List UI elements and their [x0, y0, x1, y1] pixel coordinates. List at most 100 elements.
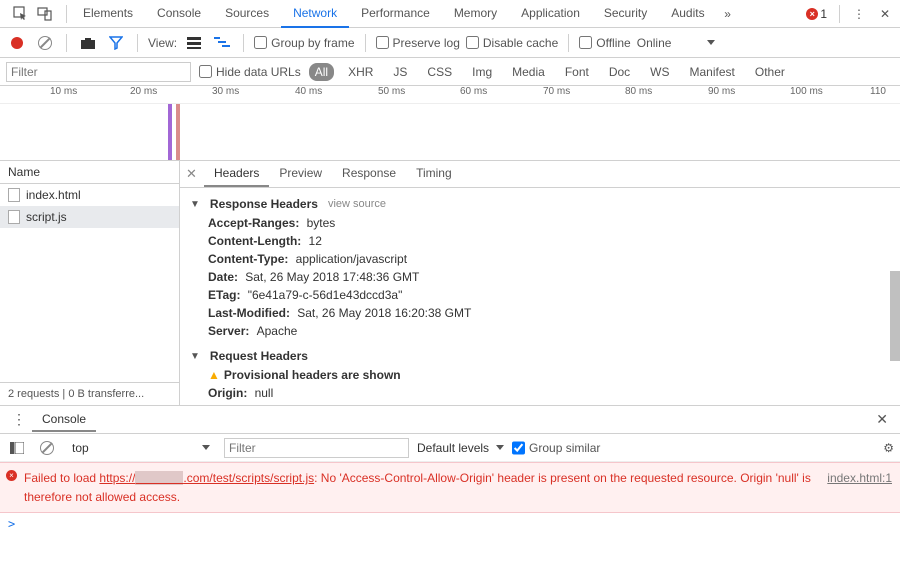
tick: 60 ms	[460, 86, 487, 97]
request-row-index[interactable]: index.html	[0, 184, 179, 206]
file-icon	[8, 188, 20, 202]
requests-status: 2 requests | 0 B transferre...	[0, 382, 179, 405]
tick: 40 ms	[295, 86, 322, 97]
tick: 20 ms	[130, 86, 157, 97]
timeline-overview[interactable]: 10 ms 20 ms 30 ms 40 ms 50 ms 60 ms 70 m…	[0, 86, 900, 161]
inspect-element-icon[interactable]	[10, 3, 32, 25]
drawer-menu-icon[interactable]: ⋮	[6, 411, 32, 428]
file-icon	[8, 210, 20, 224]
filter-input[interactable]	[6, 62, 191, 82]
hide-data-urls-checkbox[interactable]: Hide data URLs	[199, 65, 301, 79]
filter-media[interactable]: Media	[506, 63, 551, 81]
kebab-menu-icon[interactable]: ⋮	[848, 3, 870, 25]
console-error-message: × index.html:1 Failed to load https://xx…	[0, 462, 900, 513]
group-similar-checkbox[interactable]: Group similar	[512, 438, 600, 458]
tab-application[interactable]: Application	[509, 0, 592, 28]
error-icon: ×	[806, 8, 818, 20]
tick: 30 ms	[212, 86, 239, 97]
console-prompt[interactable]: >	[0, 513, 900, 535]
collapse-icon: ▼	[190, 351, 200, 362]
warning-icon: ▲	[208, 368, 220, 382]
throttle-caret-icon[interactable]	[707, 40, 715, 45]
timeline-marker	[176, 104, 180, 160]
tick: 110	[870, 86, 886, 97]
filter-toggle-icon[interactable]	[105, 32, 127, 54]
tab-performance[interactable]: Performance	[349, 0, 442, 28]
request-name: index.html	[26, 188, 81, 202]
error-url-link[interactable]: https://xxxxxxxx.com/test/scripts/script…	[99, 471, 314, 485]
tab-sources[interactable]: Sources	[213, 0, 281, 28]
error-count-badge[interactable]: × 1	[802, 5, 831, 23]
tick: 80 ms	[625, 86, 652, 97]
clear-button[interactable]	[34, 32, 56, 54]
filter-font[interactable]: Font	[559, 63, 595, 81]
divider	[568, 34, 569, 52]
tab-network[interactable]: Network	[281, 0, 349, 28]
divider	[137, 34, 138, 52]
device-toggle-icon[interactable]	[34, 3, 56, 25]
error-count: 1	[820, 7, 827, 21]
levels-select[interactable]: Default levels	[417, 441, 504, 455]
tick: 50 ms	[378, 86, 405, 97]
detail-tab-headers[interactable]: Headers	[204, 161, 269, 187]
detail-tab-response[interactable]: Response	[332, 161, 406, 187]
name-column-header[interactable]: Name	[0, 161, 179, 184]
filter-ws[interactable]: WS	[644, 63, 675, 81]
console-filter-input[interactable]	[224, 438, 409, 458]
tab-console[interactable]: Console	[145, 0, 213, 28]
header-line: Last-Modified: Sat, 26 May 2018 16:20:38…	[190, 304, 890, 322]
waterfall-icon[interactable]	[211, 32, 233, 54]
filter-all[interactable]: All	[309, 63, 334, 81]
capture-screenshot-icon[interactable]	[77, 32, 99, 54]
filter-doc[interactable]: Doc	[603, 63, 636, 81]
filter-other[interactable]: Other	[749, 63, 791, 81]
group-by-frame-checkbox[interactable]: Group by frame	[254, 36, 354, 50]
console-drawer-tab[interactable]: Console	[32, 408, 96, 432]
preserve-log-checkbox[interactable]: Preserve log	[376, 36, 460, 50]
detail-tab-timing[interactable]: Timing	[406, 161, 462, 187]
offline-checkbox[interactable]: Offline	[579, 36, 630, 50]
console-settings-icon[interactable]: ⚙	[883, 441, 894, 455]
scrollbar-thumb[interactable]	[890, 271, 900, 361]
tick: 90 ms	[708, 86, 735, 97]
request-row-script[interactable]: script.js	[0, 206, 179, 228]
view-source-link[interactable]: view source	[328, 198, 386, 210]
tab-elements[interactable]: Elements	[71, 0, 145, 28]
disable-cache-checkbox[interactable]: Disable cache	[466, 36, 558, 50]
filter-xhr[interactable]: XHR	[342, 63, 379, 81]
error-icon: ×	[6, 470, 17, 481]
tab-audits[interactable]: Audits	[659, 0, 716, 28]
caret-down-icon	[496, 445, 504, 450]
filter-js[interactable]: JS	[387, 63, 413, 81]
header-line: Content-Length: 12	[190, 232, 890, 250]
tab-memory[interactable]: Memory	[442, 0, 509, 28]
request-headers-section[interactable]: ▼ Request Headers	[190, 346, 890, 366]
header-line: Server: Apache	[190, 322, 890, 340]
header-line: Content-Type: application/javascript	[190, 250, 890, 268]
request-name: script.js	[26, 210, 67, 224]
throttle-select[interactable]: Online	[637, 36, 672, 50]
response-headers-section[interactable]: ▼ Response Headers view source	[190, 194, 890, 214]
filter-img[interactable]: Img	[466, 63, 498, 81]
provisional-warning: ▲Provisional headers are shown	[190, 366, 890, 384]
header-line: Origin: null	[190, 384, 890, 402]
record-button[interactable]	[6, 32, 28, 54]
tick: 100 ms	[790, 86, 823, 97]
tick: 70 ms	[543, 86, 570, 97]
close-devtools-icon[interactable]: ✕	[874, 3, 896, 25]
filter-manifest[interactable]: Manifest	[684, 63, 741, 81]
close-detail-icon[interactable]: ✕	[186, 166, 197, 182]
console-sidebar-icon[interactable]	[6, 437, 28, 459]
caret-down-icon	[202, 445, 210, 450]
detail-tab-preview[interactable]: Preview	[269, 161, 332, 187]
close-drawer-icon[interactable]: ✕	[870, 411, 894, 428]
tab-security[interactable]: Security	[592, 0, 659, 28]
filter-css[interactable]: CSS	[421, 63, 458, 81]
tick: 10 ms	[50, 86, 77, 97]
context-select[interactable]: top	[66, 439, 216, 457]
more-tabs-icon[interactable]: »	[717, 3, 739, 25]
error-source-link[interactable]: index.html:1	[827, 469, 892, 487]
large-rows-icon[interactable]	[183, 32, 205, 54]
console-clear-icon[interactable]	[36, 437, 58, 459]
divider	[66, 5, 67, 23]
